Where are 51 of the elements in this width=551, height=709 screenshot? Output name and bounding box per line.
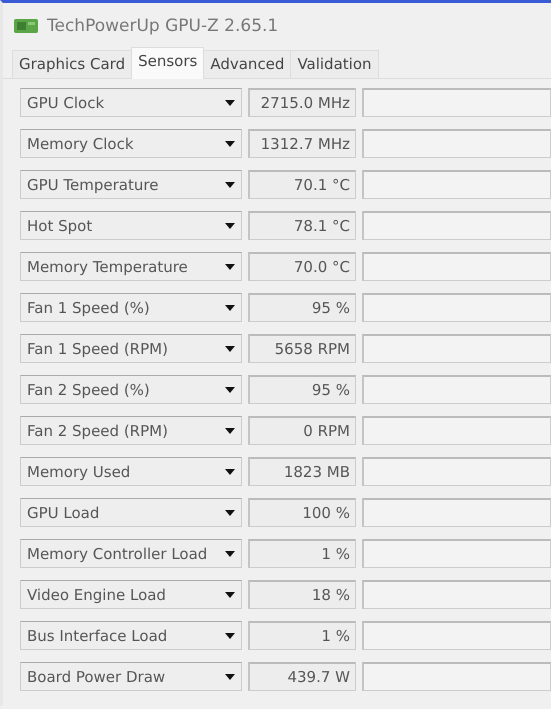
- sensor-dropdown[interactable]: GPU Clock: [20, 88, 242, 117]
- dropdown-arrow-icon: [225, 346, 235, 352]
- window-title: TechPowerUp GPU-Z 2.65.1: [47, 16, 278, 36]
- sensor-dropdown[interactable]: Fan 1 Speed (RPM): [20, 334, 242, 363]
- dropdown-arrow-icon: [225, 428, 235, 434]
- dropdown-arrow-icon: [225, 182, 235, 188]
- sensor-dropdown[interactable]: Video Engine Load: [20, 580, 242, 609]
- tab[interactable]: Graphics Card: [12, 50, 132, 78]
- dropdown-arrow-icon: [225, 264, 235, 270]
- sensor-dropdown[interactable]: Memory Controller Load: [20, 539, 242, 568]
- dropdown-arrow-icon: [225, 592, 235, 598]
- sensor-dropdown[interactable]: Fan 2 Speed (RPM): [20, 416, 242, 445]
- sensor-value: 95 %: [248, 293, 356, 322]
- dropdown-arrow-icon: [225, 510, 235, 516]
- dropdown-arrow-icon: [225, 468, 235, 474]
- sensor-value: 1 %: [248, 539, 356, 568]
- sensor-dropdown[interactable]: Fan 2 Speed (%): [20, 375, 242, 404]
- sensor-value: 70.0 °C: [248, 252, 356, 281]
- sensor-value: 18 %: [248, 580, 356, 609]
- sensor-value: 95 %: [248, 375, 356, 404]
- sensor-value: 5658 RPM: [248, 334, 356, 363]
- sensor-value: 100 %: [248, 498, 356, 527]
- dropdown-arrow-icon: [225, 140, 235, 146]
- sensor-dropdown[interactable]: Memory Used: [20, 457, 242, 486]
- sensor-dropdown[interactable]: Bus Interface Load: [20, 621, 242, 650]
- graphics-card-icon: [13, 17, 39, 35]
- dropdown-arrow-icon: [225, 550, 235, 556]
- dropdown-arrow-icon: [225, 674, 235, 680]
- tab[interactable]: Sensors: [131, 47, 204, 79]
- dropdown-arrow-icon: [225, 632, 235, 638]
- sensor-dropdown[interactable]: Fan 1 Speed (%): [20, 293, 242, 322]
- dropdown-arrow-icon: [225, 304, 235, 310]
- sensor-dropdown[interactable]: Memory Temperature: [20, 252, 242, 281]
- sensor-dropdown[interactable]: Board Power Draw: [20, 662, 242, 691]
- sensor-value: 1312.7 MHz: [248, 129, 356, 158]
- dropdown-arrow-icon: [225, 386, 235, 392]
- dropdown-arrow-icon: [225, 222, 235, 228]
- sensor-dropdown[interactable]: Memory Clock: [20, 129, 242, 158]
- sensor-dropdown[interactable]: GPU Load: [20, 498, 242, 527]
- sensor-value: 1823 MB: [248, 457, 356, 486]
- sensor-value: 70.1 °C: [248, 170, 356, 199]
- dropdown-arrow-icon: [225, 100, 235, 106]
- tab[interactable]: Validation: [290, 50, 379, 78]
- sensor-dropdown[interactable]: Hot Spot: [20, 211, 242, 240]
- sensor-value: 78.1 °C: [248, 211, 356, 240]
- sensor-value: 0 RPM: [248, 416, 356, 445]
- sensor-value: 1 %: [248, 621, 356, 650]
- sensor-value: 439.7 W: [248, 662, 356, 691]
- sensor-dropdown[interactable]: GPU Temperature: [20, 170, 242, 199]
- tab[interactable]: Advanced: [203, 50, 292, 78]
- sensor-value: 2715.0 MHz: [248, 88, 356, 117]
